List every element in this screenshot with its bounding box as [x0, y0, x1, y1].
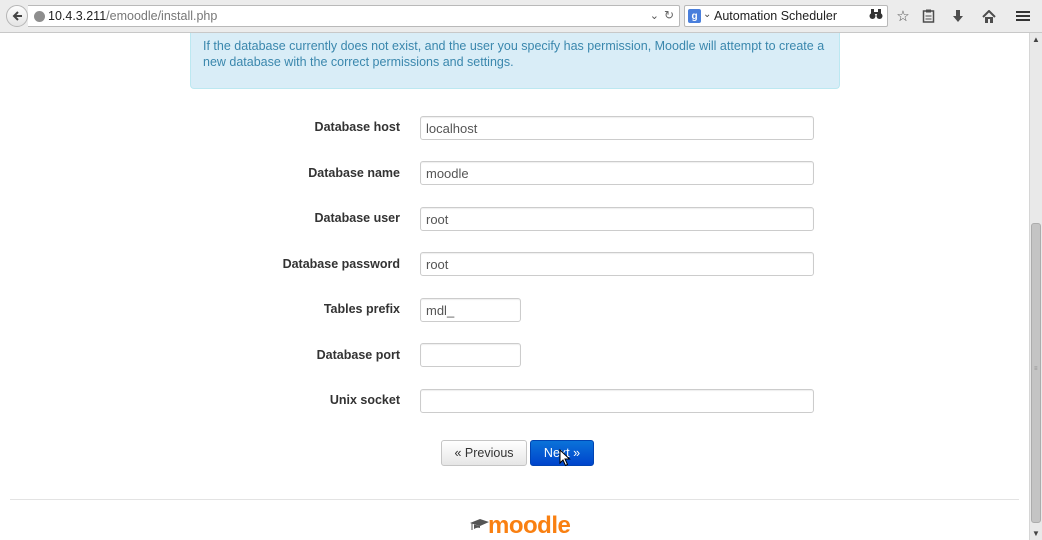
- search-input[interactable]: Automation Scheduler: [714, 9, 837, 23]
- search-bar[interactable]: g ⌄ Automation Scheduler: [684, 5, 888, 27]
- search-engine-dropdown-icon[interactable]: ⌄: [703, 9, 711, 20]
- scroll-grip-icon: ≡: [1034, 366, 1038, 372]
- database-user-label: Database user: [314, 211, 400, 225]
- vertical-scrollbar[interactable]: ▲ ≡ ▼: [1029, 33, 1042, 540]
- database-password-label: Database password: [282, 257, 400, 271]
- url-dropdown-icon[interactable]: ⌄: [650, 9, 659, 22]
- reload-icon[interactable]: ↻: [664, 8, 674, 22]
- binoculars-icon[interactable]: [869, 8, 883, 23]
- database-host-input[interactable]: [420, 116, 814, 140]
- logo-text: moodle: [488, 512, 571, 539]
- footer-divider: [10, 499, 1019, 500]
- download-icon[interactable]: [948, 6, 968, 26]
- scroll-thumb[interactable]: ≡: [1031, 223, 1041, 523]
- info-text: If the database currently does not exist…: [203, 39, 825, 69]
- moodle-logo[interactable]: moodle: [470, 510, 571, 540]
- scroll-up-icon[interactable]: ▲: [1030, 33, 1042, 46]
- tables-prefix-label: Tables prefix: [323, 302, 400, 316]
- tables-prefix-input[interactable]: [420, 298, 521, 322]
- database-name-label: Database name: [308, 166, 400, 180]
- browser-toolbar: 10.4.3.211/emoodle/install.php ⌄ ↻ g ⌄ A…: [0, 0, 1042, 33]
- url-bar[interactable]: 10.4.3.211/emoodle/install.php ⌄ ↻: [28, 5, 680, 27]
- database-port-input[interactable]: [420, 343, 521, 367]
- search-engine-icon[interactable]: g: [688, 9, 701, 23]
- mortarboard-icon: [470, 519, 489, 530]
- unix-socket-input[interactable]: [420, 389, 814, 413]
- menu-icon[interactable]: [1013, 6, 1033, 26]
- clipboard-icon[interactable]: [918, 6, 938, 26]
- database-port-label: Database port: [316, 348, 400, 362]
- database-user-input[interactable]: [420, 207, 814, 231]
- database-password-input[interactable]: [420, 252, 814, 276]
- database-name-input[interactable]: [420, 161, 814, 185]
- database-info-alert: If the database currently does not exist…: [190, 33, 840, 89]
- previous-button[interactable]: « Previous: [441, 440, 527, 466]
- unix-socket-label: Unix socket: [329, 393, 400, 407]
- mouse-cursor-icon: [559, 449, 571, 467]
- back-arrow-icon: [12, 11, 22, 21]
- database-host-label: Database host: [314, 120, 400, 134]
- scroll-down-icon[interactable]: ▼: [1030, 527, 1042, 540]
- globe-icon: [34, 11, 45, 22]
- star-icon[interactable]: ☆: [893, 6, 913, 26]
- url-text[interactable]: 10.4.3.211/emoodle/install.php: [48, 9, 217, 23]
- home-icon[interactable]: [979, 6, 999, 26]
- back-button[interactable]: [6, 5, 28, 27]
